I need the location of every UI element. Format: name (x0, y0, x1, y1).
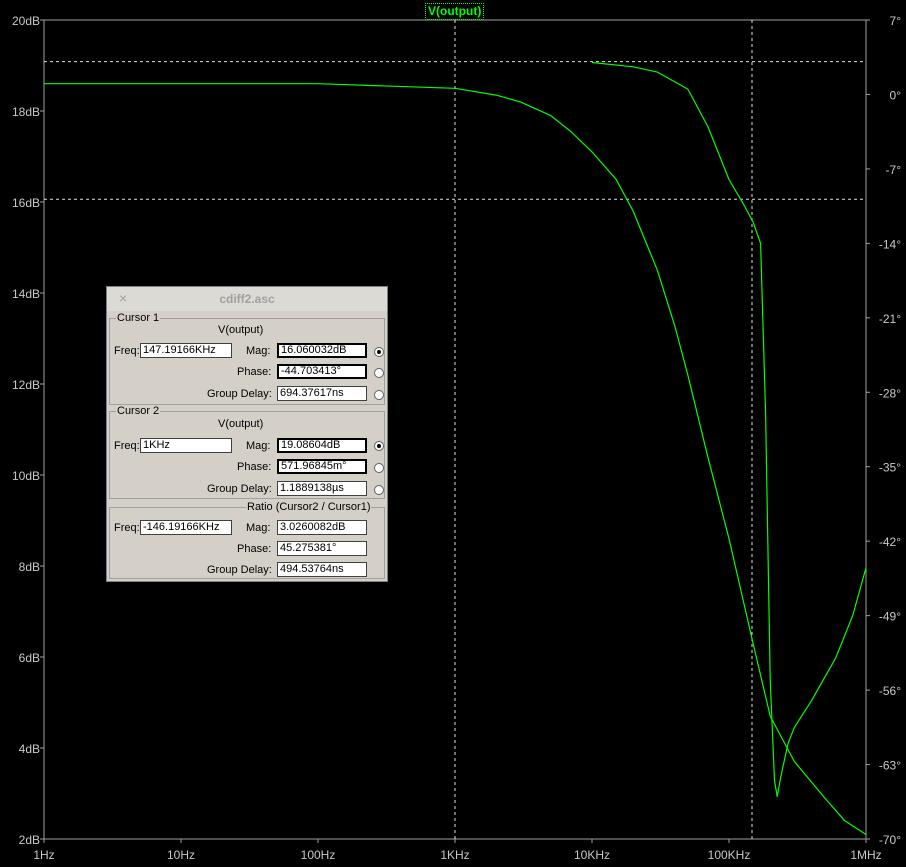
y2-tick-label: -56° (879, 684, 901, 698)
cursor1-phase-radio[interactable] (374, 368, 384, 378)
cursor2-gd-field[interactable]: 1.1889138µs (277, 481, 367, 496)
y2-tick-label: 7° (890, 14, 902, 28)
y2-tick-label: -7° (886, 163, 902, 177)
y-tick-label: 18dB (12, 105, 40, 119)
cursor2-gd-radio[interactable] (374, 485, 384, 495)
cursor2-trace: V(output) (218, 418, 264, 430)
cursor2-phase-field[interactable]: 571.96845m° (277, 459, 367, 474)
y-tick-label: 14dB (12, 287, 40, 301)
cursor1-mag-field[interactable]: 16.060032dB (277, 343, 367, 358)
cursor1-mag-label: Mag: (246, 345, 271, 357)
cursor1-phase-field[interactable]: -44.703413° (277, 364, 367, 379)
cursor2-freq-field[interactable]: 1KHz (140, 438, 232, 453)
ratio-phase-label: Phase: (237, 543, 272, 555)
cursor2-group-label: Cursor 2 (116, 405, 161, 417)
ratio-freq-field[interactable]: -146.19166KHz (140, 520, 232, 535)
cursor1-trace: V(output) (218, 324, 264, 336)
ratio-gd-label: Group Delay: (207, 564, 272, 576)
trace-title[interactable]: V(output) (425, 3, 485, 20)
y2-tick-label: 0° (890, 88, 902, 102)
cursor2-mag-radio[interactable] (374, 441, 384, 451)
x-tick-label: 1MHz (850, 848, 881, 862)
x-tick-label: 1KHz (440, 848, 469, 862)
cursor1-gd-radio[interactable] (374, 390, 384, 400)
cursor1-phase-label: Phase: (237, 366, 272, 378)
cursor1-freq-field[interactable]: 147.19166KHz (140, 343, 232, 358)
cursor2-gd-label: Group Delay: (207, 483, 272, 495)
cursor1-freq-label: Freq: (114, 345, 140, 357)
cursor1-gd-field[interactable]: 694.37617ns (277, 386, 367, 401)
y2-tick-label: -49° (879, 610, 901, 624)
ratio-freq-label: Freq: (114, 522, 140, 534)
y-tick-label: 16dB (12, 196, 40, 210)
x-tick-label: 100KHz (708, 848, 751, 862)
cursor2-phase-radio[interactable] (374, 463, 384, 473)
phase-trace (591, 61, 867, 798)
cursor1-mag-radio[interactable] (374, 347, 384, 357)
ratio-phase-field[interactable]: 45.275381° (277, 541, 367, 556)
y2-tick-label: -42° (879, 535, 901, 549)
cursor2-mag-field[interactable]: 19.08604dB (277, 438, 367, 453)
ratio-mag-field[interactable]: 3.0260082dB (277, 520, 367, 535)
y-tick-label: 20dB (12, 14, 40, 28)
y2-tick-label: -70° (879, 833, 901, 847)
dialog-title: cdiff2.asc (219, 292, 275, 306)
x-tick-label: 10KHz (574, 848, 610, 862)
x-tick-label: 1Hz (33, 848, 54, 862)
y-tick-label: 6dB (19, 651, 40, 665)
cursor1-group-label: Cursor 1 (116, 312, 161, 324)
y-tick-label: 2dB (19, 833, 40, 847)
cursor2-freq-label: Freq: (114, 440, 140, 452)
y2-tick-label: -28° (879, 386, 901, 400)
x-tick-label: 10Hz (167, 848, 195, 862)
cursor1-group: Cursor 1 V(output) Freq: 147.19166KHz Ma… (109, 312, 385, 405)
y-tick-label: 4dB (19, 742, 40, 756)
cursor1-gd-label: Group Delay: (207, 388, 272, 400)
y2-tick-label: -35° (879, 461, 901, 475)
cursor2-phase-label: Phase: (237, 461, 272, 473)
y2-tick-label: -63° (879, 759, 901, 773)
ratio-gd-field[interactable]: 494.53764ns (277, 562, 367, 577)
y-tick-label: 8dB (19, 560, 40, 574)
y-tick-label: 10dB (12, 469, 40, 483)
dialog-titlebar[interactable]: × cdiff2.asc (107, 287, 387, 311)
x-tick-label: 100Hz (301, 848, 336, 862)
cursor2-group: Cursor 2 V(output) Freq: 1KHz Mag: 19.08… (109, 405, 385, 499)
cursor2-mag-label: Mag: (246, 440, 271, 452)
ratio-mag-label: Mag: (246, 522, 271, 534)
cursor-dialog[interactable]: × cdiff2.asc Cursor 1 V(output) Freq: 14… (106, 286, 388, 582)
y-tick-label: 12dB (12, 378, 40, 392)
y2-tick-label: -14° (879, 237, 901, 251)
ratio-group-label: Ratio (Cursor2 / Cursor1) (246, 501, 372, 513)
y2-tick-label: -21° (879, 312, 901, 326)
ratio-group: Ratio (Cursor2 / Cursor1) Freq: -146.191… (109, 501, 385, 579)
